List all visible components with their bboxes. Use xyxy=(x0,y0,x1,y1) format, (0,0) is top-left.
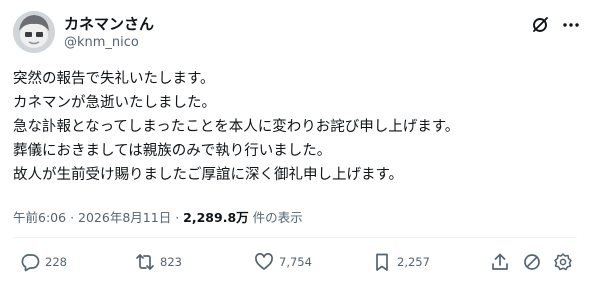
post-body: 突然の報告で失礼いたします。 カネマンが急逝いたしました。 急な訃報となってしま… xyxy=(13,67,578,187)
post-line: 葬儀におきましては親族のみで執り行いました。 xyxy=(13,143,332,159)
heart-icon xyxy=(254,252,274,272)
divider xyxy=(13,237,577,238)
block-icon xyxy=(522,252,542,272)
views-count[interactable]: 2,289.8万 xyxy=(183,210,249,225)
action-bar: 228 823 7,754 2,257 xyxy=(0,252,590,278)
repost-button[interactable]: 823 xyxy=(135,252,182,272)
more-icon[interactable] xyxy=(560,14,582,36)
post-line: 急な訃報となってしまったことを本人に変わりお詫び申し上げます。 xyxy=(13,119,460,135)
share-icon xyxy=(490,252,510,272)
views-label: 件の表示 xyxy=(252,210,303,225)
post-line: 突然の報告で失礼いたします。 xyxy=(13,71,215,87)
like-button[interactable]: 7,754 xyxy=(254,252,312,272)
meta-separator: · xyxy=(175,210,180,225)
reply-count: 228 xyxy=(45,255,67,269)
display-name[interactable]: カネマンさん xyxy=(64,13,154,34)
repost-count: 823 xyxy=(160,255,182,269)
share-button[interactable] xyxy=(490,252,510,272)
post-date[interactable]: 2026年8月11日 xyxy=(78,210,171,225)
post-meta: 午前6:06 · 2026年8月11日 · 2,289.8万 件の表示 xyxy=(13,207,303,226)
post-line: 故人が生前受け賜りましたご厚誼に深く御礼申し上げます。 xyxy=(13,167,404,183)
post-time[interactable]: 午前6:06 xyxy=(13,210,66,225)
settings-button[interactable] xyxy=(553,252,573,272)
bookmark-count: 2,257 xyxy=(397,255,430,269)
meta-separator: · xyxy=(70,210,75,225)
gear-icon xyxy=(553,252,573,272)
repost-icon xyxy=(135,252,155,272)
avatar-image xyxy=(13,11,55,53)
bookmark-button[interactable]: 2,257 xyxy=(372,252,430,272)
bookmark-icon xyxy=(372,252,392,272)
reply-button[interactable]: 228 xyxy=(20,252,67,272)
like-count: 7,754 xyxy=(279,255,312,269)
user-handle[interactable]: @knm_nico xyxy=(64,35,139,50)
reply-icon xyxy=(20,252,40,272)
post-line: カネマンが急逝いたしました。 xyxy=(13,95,216,111)
block-button[interactable] xyxy=(522,252,542,272)
grok-icon[interactable] xyxy=(529,14,551,36)
avatar[interactable] xyxy=(13,11,55,53)
